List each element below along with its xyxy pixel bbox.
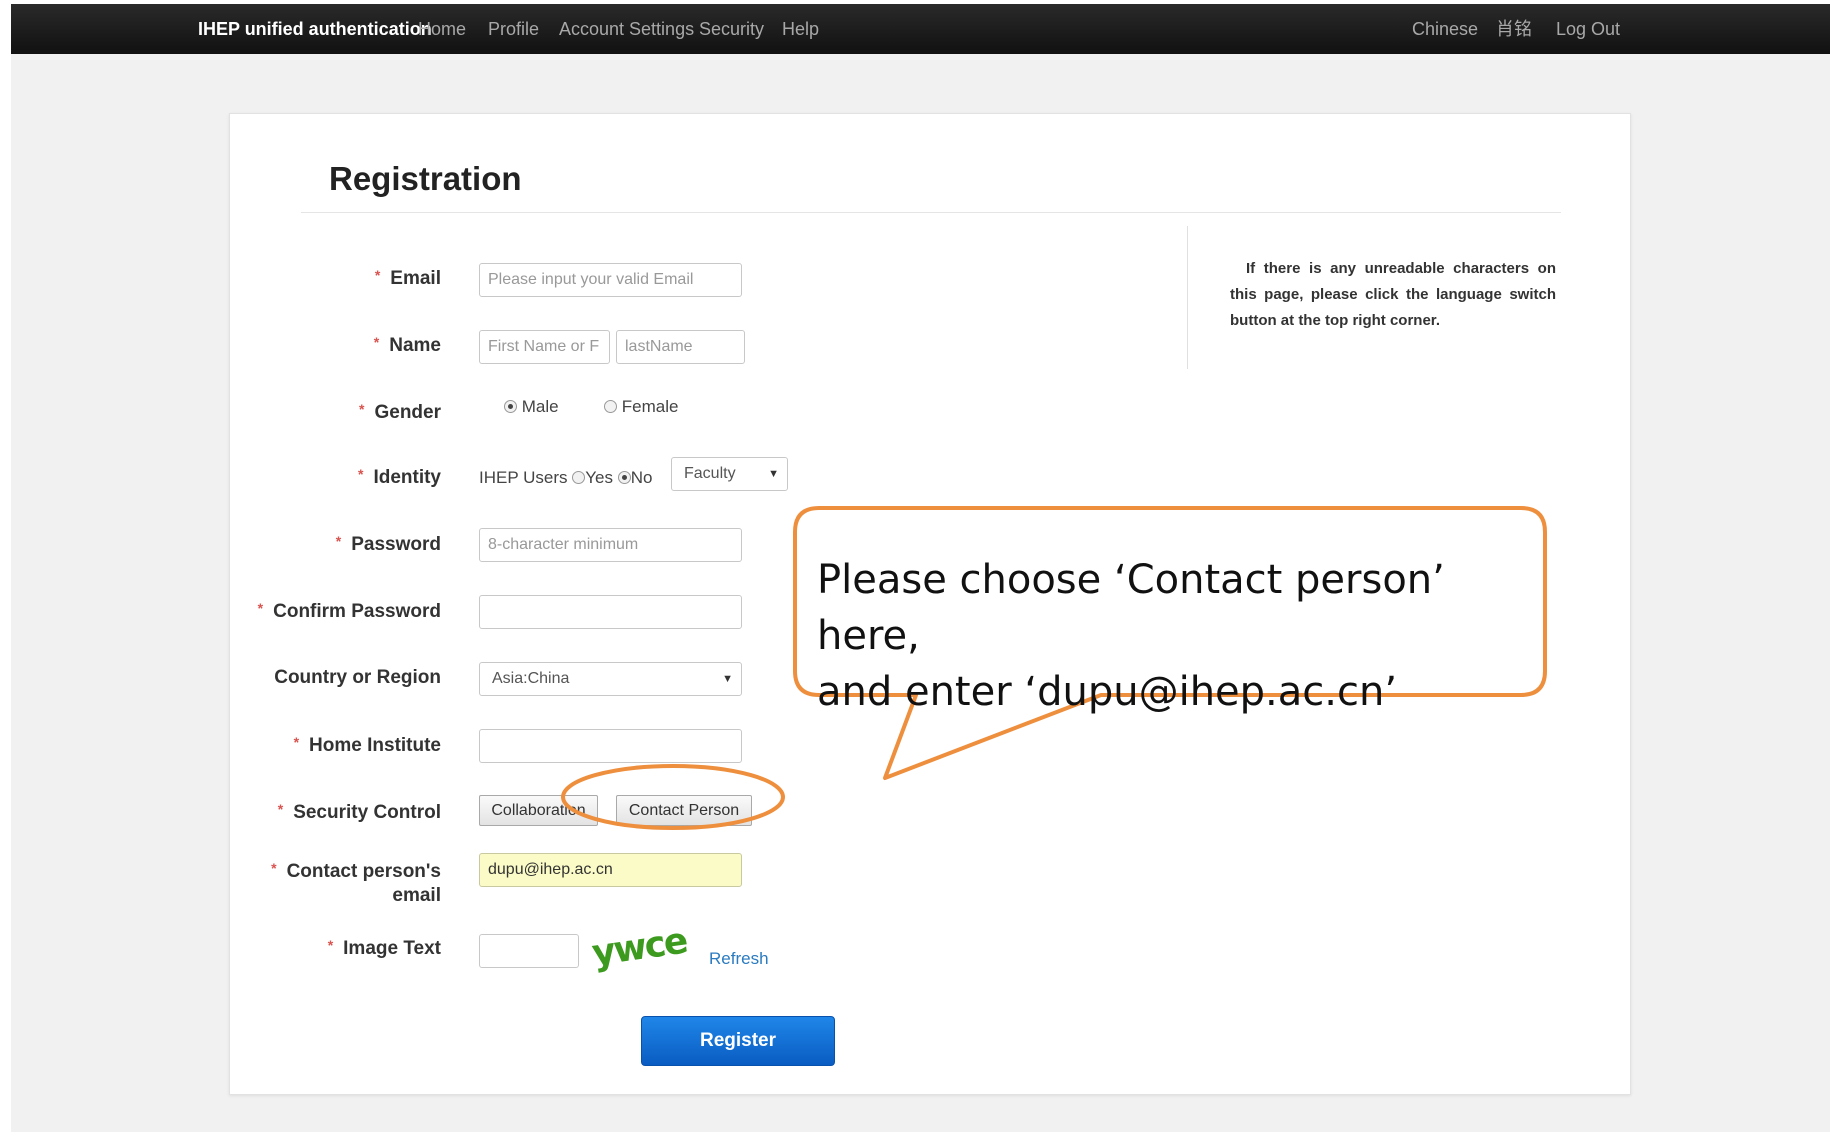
register-button[interactable]: Register bbox=[641, 1016, 835, 1066]
nav-logout[interactable]: Log Out bbox=[1556, 4, 1620, 54]
identity-yes-label: Yes bbox=[585, 468, 613, 487]
image-text-label: * Image Text bbox=[327, 937, 441, 959]
identity-yes-radio[interactable] bbox=[572, 471, 586, 484]
identity-type-select[interactable]: Faculty ▼ bbox=[671, 457, 788, 491]
page-title: Registration bbox=[329, 160, 522, 197]
gender-label: * Gender bbox=[359, 401, 441, 423]
captcha-refresh-link[interactable]: Refresh bbox=[709, 949, 769, 969]
password-label: * Password bbox=[335, 533, 441, 555]
identity-label: * Identity bbox=[357, 466, 441, 488]
browser-viewport: IHEP unified authentication Home Profile… bbox=[11, 4, 1830, 1132]
gender-options: Male Female bbox=[504, 397, 678, 417]
chevron-down-icon: ▼ bbox=[722, 673, 733, 685]
identity-no-label: No bbox=[630, 468, 653, 487]
name-label: * Name bbox=[373, 334, 441, 356]
country-label: Country or Region bbox=[274, 667, 441, 688]
gender-female-label: Female bbox=[621, 397, 679, 416]
confirm-password-input[interactable] bbox=[479, 595, 742, 629]
confirm-password-label: * Confirm Password bbox=[257, 600, 441, 622]
captcha-input[interactable] bbox=[479, 934, 579, 968]
title-divider bbox=[301, 212, 1561, 213]
notice-divider bbox=[1187, 226, 1188, 369]
ihep-users-label: IHEP Users bbox=[479, 468, 568, 487]
contact-email-label: * Contact person's email bbox=[271, 860, 441, 906]
nav-profile[interactable]: Profile bbox=[488, 4, 539, 54]
identity-no-radio[interactable] bbox=[617, 471, 631, 484]
nav-account-settings[interactable]: Account Settings bbox=[559, 4, 694, 54]
callout-text: Please choose ‘Contact person’ here, and… bbox=[817, 557, 1445, 715]
nav-security[interactable]: Security bbox=[699, 4, 764, 54]
brand-link[interactable]: IHEP unified authentication bbox=[198, 4, 432, 54]
language-notice: If there is any unreadable characters on… bbox=[1230, 260, 1556, 329]
gender-male-label: Male bbox=[521, 397, 559, 416]
chevron-down-icon: ▼ bbox=[768, 468, 779, 480]
contact-email-input[interactable] bbox=[479, 853, 742, 887]
top-navbar: IHEP unified authentication Home Profile… bbox=[11, 4, 1830, 54]
nav-language-chinese[interactable]: Chinese bbox=[1412, 4, 1478, 54]
email-label: * Email bbox=[374, 267, 441, 289]
home-institute-input[interactable] bbox=[479, 729, 742, 763]
last-name-input[interactable] bbox=[616, 330, 745, 364]
first-name-input[interactable] bbox=[479, 330, 610, 364]
gender-female-radio[interactable] bbox=[604, 400, 618, 413]
security-control-label: * Security Control bbox=[277, 801, 441, 823]
email-input[interactable] bbox=[479, 263, 742, 297]
nav-home[interactable]: Home bbox=[418, 4, 466, 54]
country-select[interactable]: Asia:China ▼ bbox=[479, 662, 742, 696]
password-input[interactable] bbox=[479, 528, 742, 562]
contact-person-button[interactable]: Contact Person bbox=[616, 795, 752, 826]
collaboration-button[interactable]: Collaboration bbox=[479, 795, 598, 826]
identity-options: IHEP Users Yes No bbox=[479, 468, 652, 488]
nav-user-name[interactable]: 肖铭 bbox=[1496, 4, 1532, 54]
home-institute-label: * Home Institute bbox=[293, 734, 441, 756]
gender-male-radio[interactable] bbox=[504, 400, 517, 413]
nav-help[interactable]: Help bbox=[782, 4, 819, 54]
captcha-image: ywce bbox=[589, 920, 689, 975]
